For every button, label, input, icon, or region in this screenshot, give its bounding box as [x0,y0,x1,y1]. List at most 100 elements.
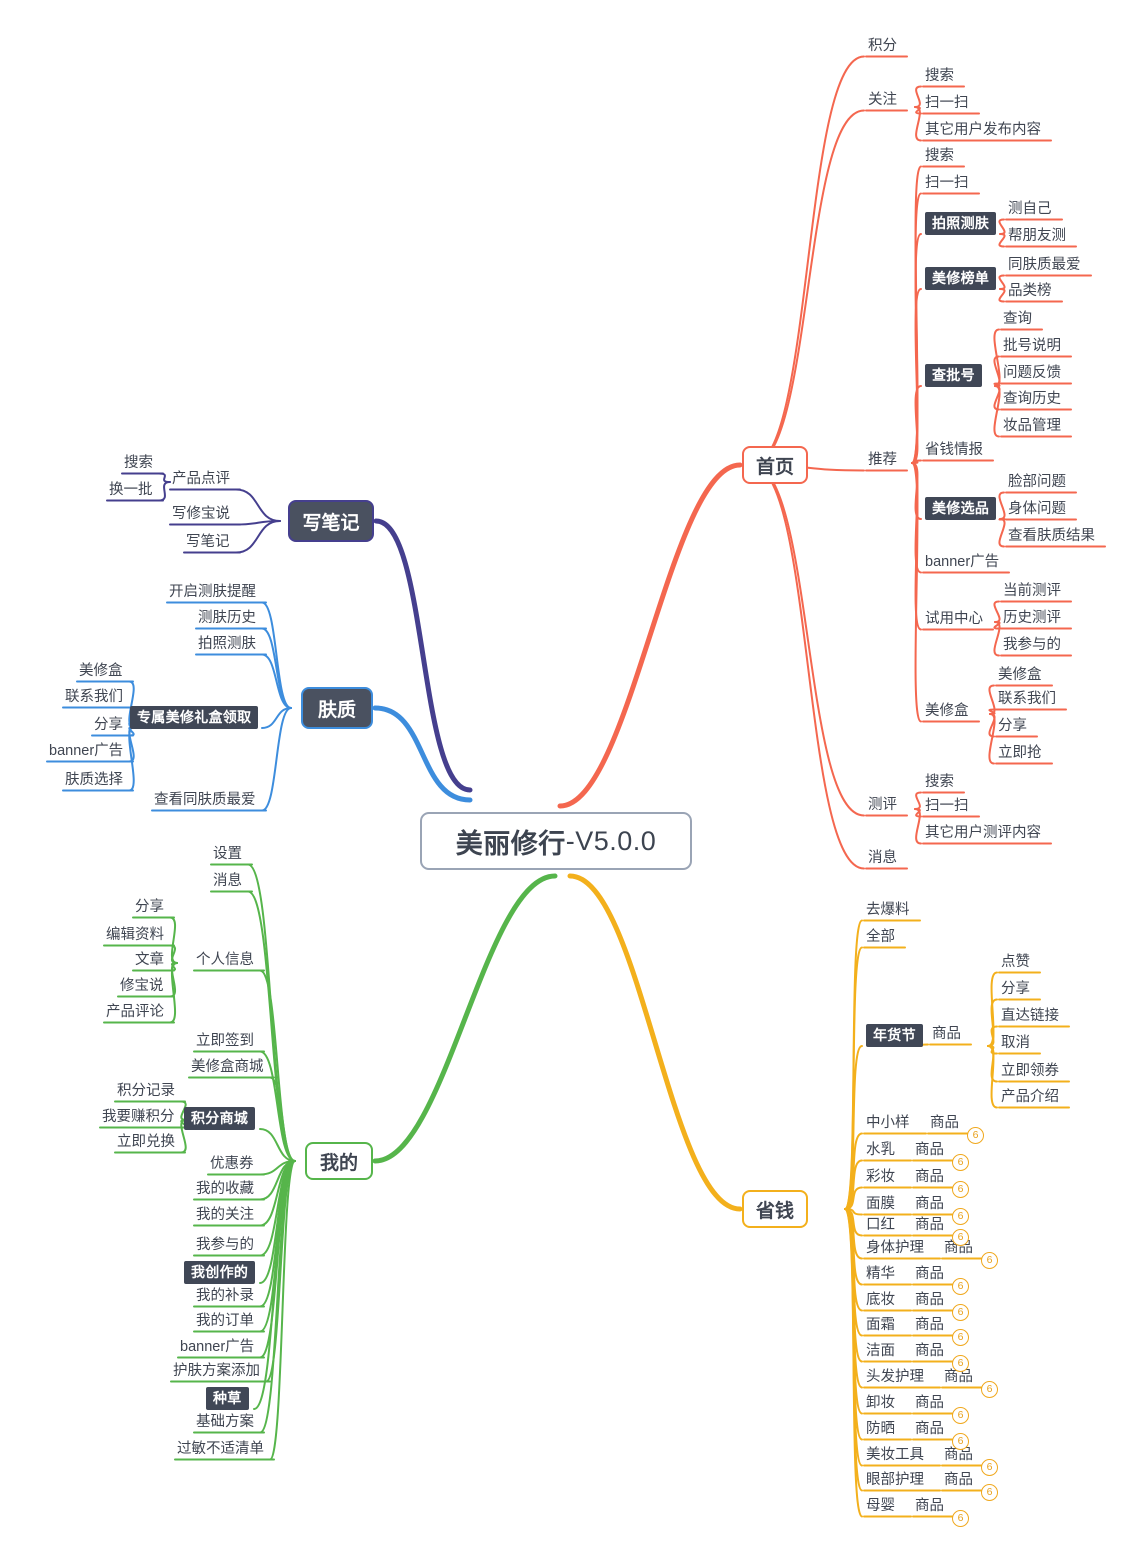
mindmap-node[interactable]: 中小样 [866,1114,910,1132]
mindmap-node[interactable]: 我要赚积分 [102,1108,175,1126]
mindmap-node[interactable]: 拍照测肤 [198,635,256,653]
mindmap-node[interactable]: 美修盒 [998,666,1042,684]
mindmap-node[interactable]: banner广告 [49,742,123,760]
collapsed-count-badge[interactable]: 6 [952,1510,969,1527]
mindmap-node[interactable]: 当前测评 [1003,582,1061,600]
mindmap-node[interactable]: 身体护理 [866,1239,924,1257]
mindmap-node[interactable]: 身体问题 [1008,500,1066,518]
mindmap-node[interactable]: 商品 [915,1291,944,1309]
collapsed-count-badge[interactable]: 6 [981,1459,998,1476]
mindmap-node[interactable]: 取消 [1001,1034,1030,1052]
mindmap-node[interactable]: 产品评论 [106,1003,164,1021]
mindmap-node-highlight[interactable]: 我创作的 [184,1260,256,1284]
mindmap-node[interactable]: 商品 [915,1394,944,1412]
branch-node-home[interactable]: 首页 [742,446,808,484]
collapsed-count-badge[interactable]: 6 [952,1433,969,1450]
mindmap-node[interactable]: 我的补录 [196,1287,254,1305]
mindmap-node[interactable]: 直达链接 [1001,1007,1059,1025]
mindmap-node[interactable]: 推荐 [868,451,897,469]
mindmap-node[interactable]: 测自己 [1008,200,1052,218]
mindmap-node[interactable]: 扫一扫 [925,797,969,815]
mindmap-node[interactable]: 搜索 [925,773,954,791]
mindmap-node[interactable]: 妆品管理 [1003,417,1061,435]
root-node[interactable]: 美丽修行 -V5.0.0 [420,812,692,870]
mindmap-node[interactable]: 商品 [915,1265,944,1283]
mindmap-node[interactable]: 分享 [998,717,1027,735]
mindmap-node[interactable]: 点赞 [1001,953,1030,971]
mindmap-node[interactable]: 母婴 [866,1497,895,1515]
mindmap-node[interactable]: 个人信息 [196,951,254,969]
mindmap-node-highlight[interactable]: 查批号 [925,363,982,387]
mindmap-node[interactable]: 脸部问题 [1008,473,1066,491]
mindmap-node[interactable]: 品类榜 [1008,282,1052,300]
collapsed-count-badge[interactable]: 6 [981,1381,998,1398]
mindmap-node[interactable]: 联系我们 [65,688,123,706]
mindmap-node[interactable]: 问题反馈 [1003,364,1061,382]
collapsed-count-badge[interactable]: 6 [952,1154,969,1171]
mindmap-node-highlight[interactable]: 积分商城 [184,1106,256,1130]
mindmap-node[interactable]: 修宝说 [120,977,164,995]
mindmap-node[interactable]: 批号说明 [1003,337,1061,355]
mindmap-node[interactable]: 立即抢 [998,744,1042,762]
mindmap-node[interactable]: 商品 [915,1216,944,1234]
mindmap-node[interactable]: 底妆 [866,1291,895,1309]
mindmap-node[interactable]: 立即签到 [196,1032,254,1050]
mindmap-node[interactable]: 查看同肤质最爱 [154,791,256,809]
mindmap-node[interactable]: 分享 [1001,980,1030,998]
mindmap-node[interactable]: 立即领券 [1001,1062,1059,1080]
collapsed-count-badge[interactable]: 6 [967,1127,984,1144]
mindmap-node[interactable]: 商品 [915,1168,944,1186]
branch-node-mine[interactable]: 我的 [305,1142,373,1180]
mindmap-node[interactable]: 美修盒 [925,702,969,720]
mindmap-node[interactable]: 编辑资料 [106,926,164,944]
mindmap-node[interactable]: 积分记录 [117,1082,175,1100]
mindmap-node[interactable]: 分享 [135,898,164,916]
mindmap-node-highlight[interactable]: 种草 [206,1386,249,1410]
mindmap-node[interactable]: 其它用户测评内容 [925,824,1041,842]
mindmap-node[interactable]: 我的收藏 [196,1180,254,1198]
mindmap-node-highlight[interactable]: 美修榜单 [925,266,997,290]
mindmap-node[interactable]: 去爆料 [866,901,910,919]
collapsed-count-badge[interactable]: 6 [952,1304,969,1321]
mindmap-node[interactable]: 卸妆 [866,1394,895,1412]
mindmap-node[interactable]: 扫一扫 [925,94,969,112]
mindmap-node[interactable]: 基础方案 [196,1413,254,1431]
mindmap-node[interactable]: banner广告 [925,553,999,571]
mindmap-node[interactable]: 查询 [1003,310,1032,328]
mindmap-node[interactable]: 商品 [915,1497,944,1515]
mindmap-node[interactable]: 积分 [868,37,897,55]
mindmap-node[interactable]: 试用中心 [925,610,983,628]
mindmap-node[interactable]: 测评 [868,796,897,814]
collapsed-count-badge[interactable]: 6 [952,1278,969,1295]
mindmap-node[interactable]: 分享 [94,716,123,734]
mindmap-node[interactable]: 产品介绍 [1001,1088,1059,1106]
mindmap-node[interactable]: 其它用户发布内容 [925,121,1041,139]
mindmap-node[interactable]: 全部 [866,928,895,946]
collapsed-count-badge[interactable]: 6 [981,1252,998,1269]
mindmap-node[interactable]: 商品 [915,1420,944,1438]
collapsed-count-badge[interactable]: 6 [952,1355,969,1372]
mindmap-node-highlight[interactable]: 拍照测肤 [925,211,997,235]
mindmap-node[interactable]: 帮朋友测 [1008,227,1066,245]
mindmap-node[interactable]: 商品 [915,1195,944,1213]
mindmap-node[interactable]: 文章 [135,951,164,969]
mindmap-node[interactable]: 商品 [944,1471,973,1489]
mindmap-node[interactable]: 商品 [915,1316,944,1334]
mindmap-node[interactable]: 眼部护理 [866,1471,924,1489]
mindmap-node[interactable]: 头发护理 [866,1368,924,1386]
mindmap-node[interactable]: 我的订单 [196,1312,254,1330]
mindmap-node[interactable]: 商品 [932,1025,961,1043]
mindmap-node[interactable]: 肤质选择 [65,771,123,789]
mindmap-node[interactable]: 消息 [868,849,897,867]
collapsed-count-badge[interactable]: 6 [952,1181,969,1198]
mindmap-node[interactable]: 搜索 [124,454,153,472]
mindmap-node[interactable]: 历史测评 [1003,609,1061,627]
mindmap-node[interactable]: 洁面 [866,1342,895,1360]
mindmap-node-highlight[interactable]: 专属美修礼盒领取 [130,705,259,729]
mindmap-node[interactable]: 过敏不适清单 [177,1440,264,1458]
mindmap-node[interactable]: 产品点评 [172,470,230,488]
mindmap-node-highlight[interactable]: 美修选品 [925,496,997,520]
mindmap-node[interactable]: 商品 [915,1342,944,1360]
branch-node-save[interactable]: 省钱 [742,1190,808,1228]
collapsed-count-badge[interactable]: 6 [952,1329,969,1346]
